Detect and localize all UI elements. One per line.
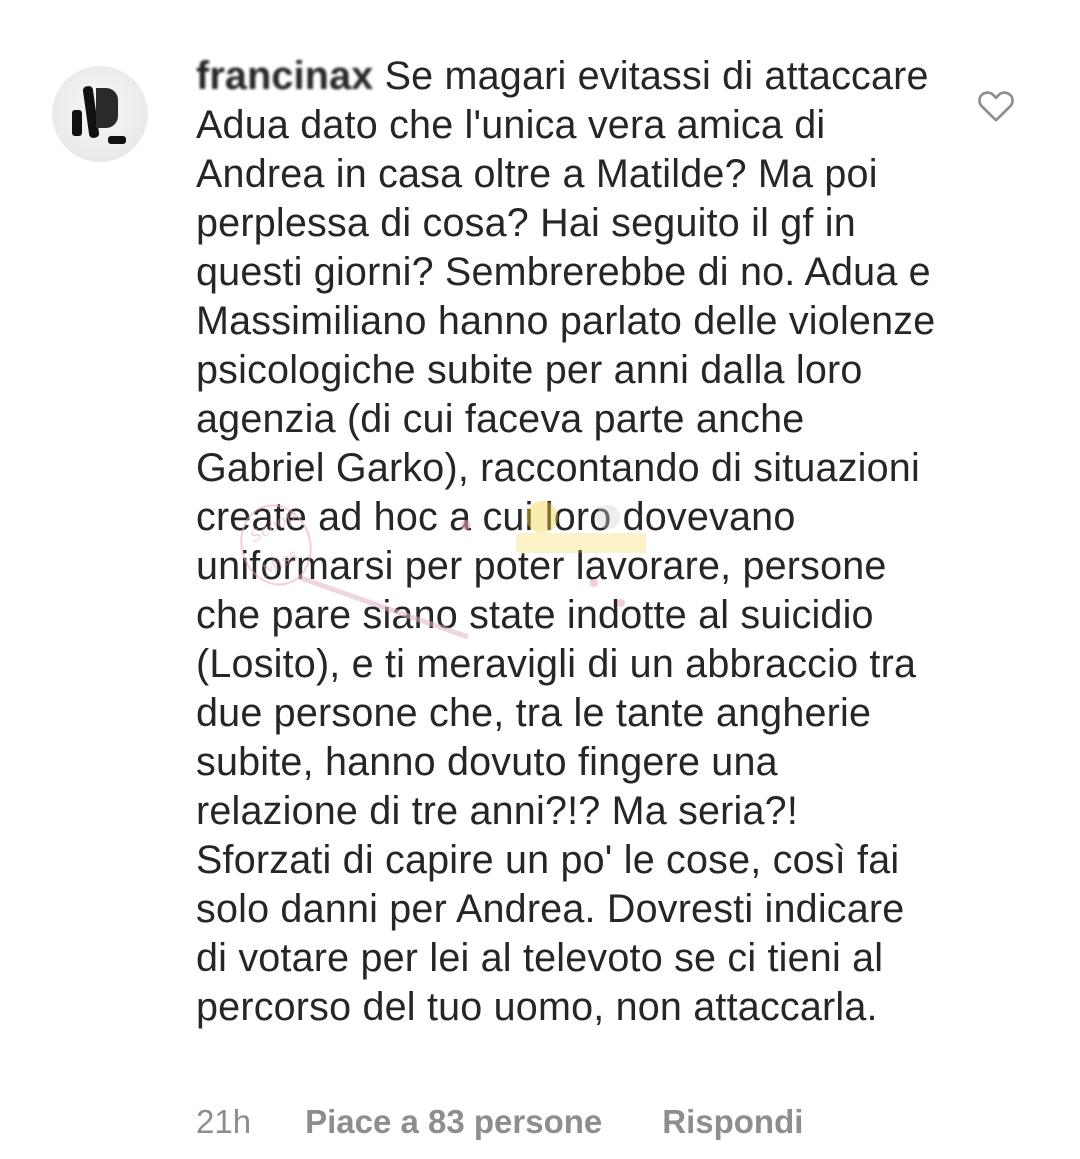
reply-button[interactable]: Rispondi xyxy=(662,1100,803,1144)
comment-footer: 21h Piace a 83 persone Rispondi xyxy=(196,1100,803,1144)
avatar-redaction xyxy=(108,136,126,144)
comment-username[interactable]: francinax xyxy=(196,54,373,98)
avatar-redaction xyxy=(96,88,118,128)
comment-text: Se magari evitassi di attaccare Adua dat… xyxy=(196,54,936,1029)
likes-count-link[interactable]: Piace a 83 persone xyxy=(305,1100,602,1144)
heart-outline-icon xyxy=(978,91,1014,122)
comment-timestamp: 21h xyxy=(196,1103,252,1140)
comment-body: francinax Se magari evitassi di attaccar… xyxy=(196,52,936,1032)
user-avatar[interactable] xyxy=(52,66,148,162)
avatar-redaction xyxy=(72,110,82,136)
like-button[interactable] xyxy=(976,86,1016,126)
comment-item: francinax Se magari evitassi di attaccar… xyxy=(0,0,1080,1159)
